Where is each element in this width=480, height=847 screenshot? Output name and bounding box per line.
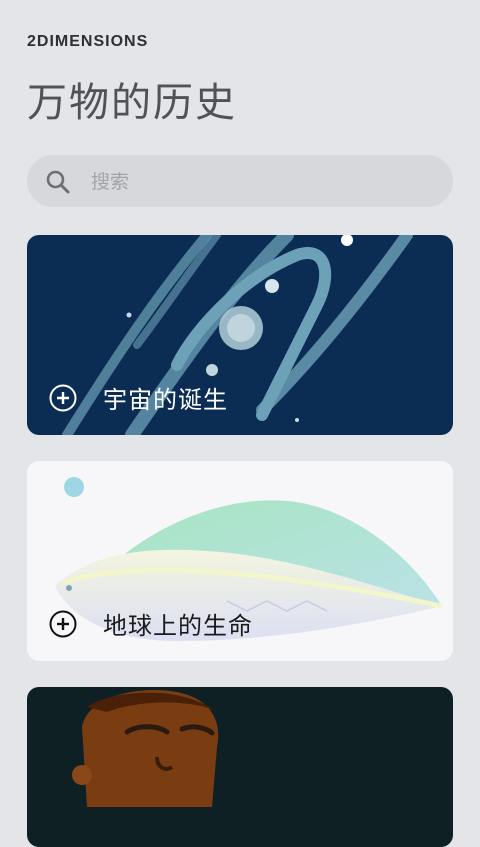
- card-life[interactable]: 地球上的生命: [27, 461, 453, 661]
- plus-circle-icon[interactable]: [49, 610, 77, 638]
- search-icon: [46, 170, 70, 194]
- page-title: 万物的历史: [27, 80, 237, 126]
- search-bar[interactable]: [27, 155, 453, 209]
- search-input[interactable]: [89, 155, 433, 209]
- card-life-label: 地球上的生命: [49, 606, 253, 641]
- card-universe[interactable]: 宇宙的诞生: [27, 235, 453, 435]
- human-illustration: [72, 690, 219, 807]
- card-human[interactable]: [27, 687, 453, 847]
- card-universe-title: 宇宙的诞生: [103, 386, 228, 414]
- brand-logo: 2DIMENSIONS: [27, 33, 149, 50]
- card-universe-label: 宇宙的诞生: [49, 380, 228, 415]
- plus-circle-icon[interactable]: [49, 384, 77, 412]
- card-life-title: 地球上的生命: [103, 612, 253, 640]
